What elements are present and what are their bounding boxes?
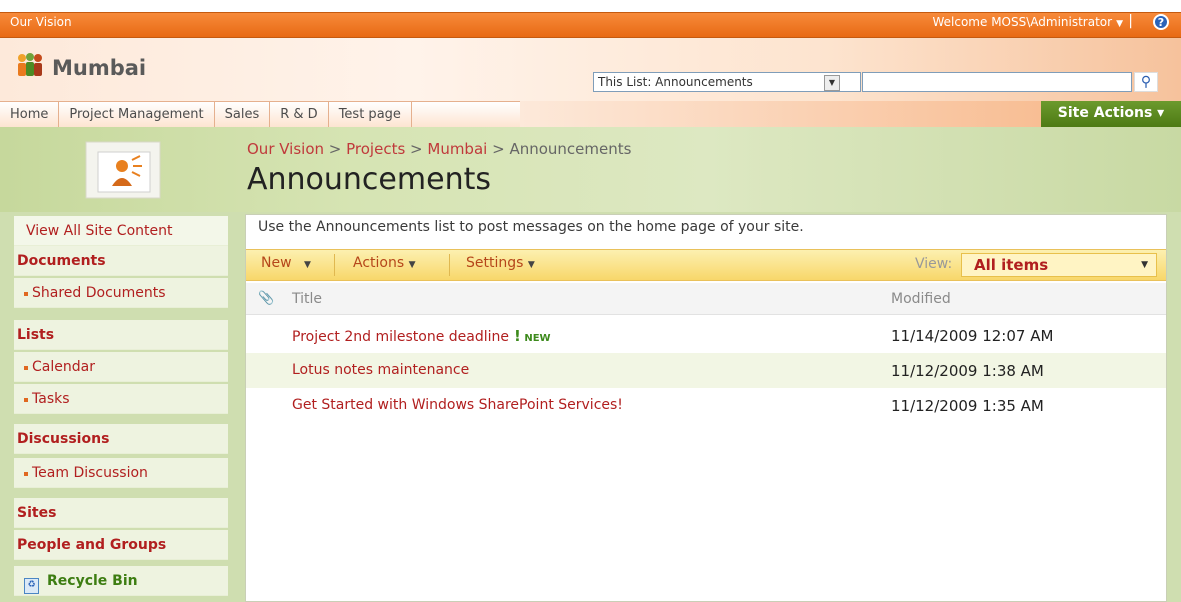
view-select[interactable]: All items ▼ — [961, 253, 1157, 277]
settings-menu[interactable]: Settings ▼ — [466, 255, 535, 271]
help-icon[interactable]: ? — [1153, 14, 1169, 30]
tab-project-management[interactable]: Project Management — [59, 102, 215, 128]
settings-label: Settings — [466, 255, 524, 271]
column-header-title[interactable]: Title — [292, 291, 322, 307]
nav-item-label: Shared Documents — [32, 285, 166, 301]
breadcrumb: Our Vision > Projects > Mumbai > Announc… — [247, 140, 631, 158]
nav-heading-sites[interactable]: Sites — [14, 498, 228, 528]
search-scope-select[interactable]: This List: Announcements ▼ — [593, 72, 861, 92]
top-bar-separator: | — [1128, 13, 1133, 29]
page-title: Announcements — [247, 162, 491, 197]
toolbar-separator — [449, 254, 450, 276]
site-title[interactable]: Mumbai — [52, 56, 146, 80]
chevron-down-icon: ▼ — [408, 260, 416, 270]
view-value: All items — [974, 256, 1049, 274]
nav-heading-discussions[interactable]: Discussions — [14, 424, 228, 454]
chevron-down-icon: ▼ — [824, 75, 840, 91]
item-title-link[interactable]: Get Started with Windows SharePoint Serv… — [292, 397, 623, 413]
site-people-icon — [18, 53, 42, 76]
item-title-link[interactable]: Lotus notes maintenance — [292, 362, 469, 378]
breadcrumb-separator: > — [324, 140, 347, 158]
welcome-label: Welcome MOSS\Administrator — [932, 15, 1113, 29]
site-actions-button[interactable]: Site Actions ▾ — [1041, 101, 1181, 127]
search-input[interactable] — [862, 72, 1132, 92]
search-scope-value: This List: Announcements — [598, 75, 753, 89]
new-badge-label: NEW — [524, 333, 551, 344]
recycle-bin-link[interactable]: ♻ Recycle Bin — [14, 566, 228, 596]
nav-item-label: Tasks — [32, 391, 70, 407]
nav-heading-people-and-groups[interactable]: People and Groups — [14, 530, 228, 560]
breadcrumb-separator: > — [405, 140, 428, 158]
table-row: Project 2nd milestone deadline! NEW 11/1… — [246, 318, 1166, 353]
table-row: Lotus notes maintenance 11/12/2009 1:38 … — [246, 353, 1166, 388]
chevron-down-icon: ▼ — [527, 260, 535, 270]
actions-menu[interactable]: Actions ▼ — [353, 255, 416, 271]
item-modified: 11/12/2009 1:38 AM — [891, 362, 1044, 380]
top-site-link[interactable]: Our Vision — [10, 15, 72, 29]
breadcrumb-item[interactable]: Projects — [346, 140, 405, 158]
table-row: Get Started with Windows SharePoint Serv… — [246, 388, 1166, 423]
actions-label: Actions — [353, 255, 405, 271]
list-description: Use the Announcements list to post messa… — [258, 219, 804, 235]
chevron-down-icon: ▼ — [1141, 260, 1148, 270]
item-modified: 11/12/2009 1:35 AM — [891, 397, 1044, 415]
toolbar-separator — [334, 254, 335, 276]
chevron-down-icon: ▼ — [1116, 19, 1123, 29]
nav-item-shared-documents[interactable]: Shared Documents — [14, 278, 228, 308]
breadcrumb-item[interactable]: Mumbai — [427, 140, 487, 158]
item-title: Project 2nd milestone deadline — [292, 329, 510, 345]
tab-r-and-d[interactable]: R & D — [270, 102, 329, 128]
breadcrumb-item[interactable]: Our Vision — [247, 140, 324, 158]
tab-sales[interactable]: Sales — [215, 102, 271, 128]
bullet-icon — [24, 398, 28, 402]
new-menu[interactable]: New ▼ — [261, 255, 311, 271]
bullet-icon — [24, 366, 28, 370]
search-icon[interactable]: ⚲ — [1134, 72, 1158, 92]
nav-item-tasks[interactable]: Tasks — [14, 384, 228, 414]
tab-home[interactable]: Home — [0, 102, 60, 128]
nav-item-calendar[interactable]: Calendar — [14, 352, 228, 382]
nav-heading-lists[interactable]: Lists — [14, 320, 228, 350]
new-label: New — [261, 255, 292, 271]
breadcrumb-current: Announcements — [509, 140, 632, 158]
column-header-modified[interactable]: Modified — [891, 291, 951, 307]
bullet-icon — [24, 472, 28, 476]
announcements-icon — [85, 141, 161, 199]
left-navigation: View All Site Content Documents Shared D… — [0, 212, 233, 602]
tabs-bar-fill — [520, 101, 1041, 128]
welcome-menu[interactable]: Welcome MOSS\Administrator ▼ — [932, 15, 1123, 29]
top-nav-tabs: Home Project Management Sales R & D Test… — [0, 101, 520, 129]
list-header-row — [246, 283, 1166, 315]
nav-item-label: Team Discussion — [32, 465, 148, 481]
bullet-icon — [24, 292, 28, 296]
nav-item-team-discussion[interactable]: Team Discussion — [14, 458, 228, 488]
site-header — [0, 38, 1181, 102]
attachment-icon: 📎 — [258, 291, 275, 306]
item-modified: 11/14/2009 12:07 AM — [891, 327, 1054, 345]
recycle-bin-icon: ♻ — [24, 578, 39, 594]
chevron-down-icon: ▼ — [304, 260, 311, 270]
new-badge: ! NEW — [514, 327, 551, 345]
item-title-link[interactable]: Project 2nd milestone deadline! NEW — [292, 327, 551, 345]
nav-heading-documents[interactable]: Documents — [14, 246, 228, 276]
breadcrumb-separator: > — [487, 140, 510, 158]
view-label: View: — [915, 256, 953, 272]
tab-test-page[interactable]: Test page — [329, 102, 412, 128]
recycle-bin-label: Recycle Bin — [47, 573, 138, 589]
nav-item-label: Calendar — [32, 359, 95, 375]
view-all-site-content-link[interactable]: View All Site Content — [14, 216, 228, 246]
